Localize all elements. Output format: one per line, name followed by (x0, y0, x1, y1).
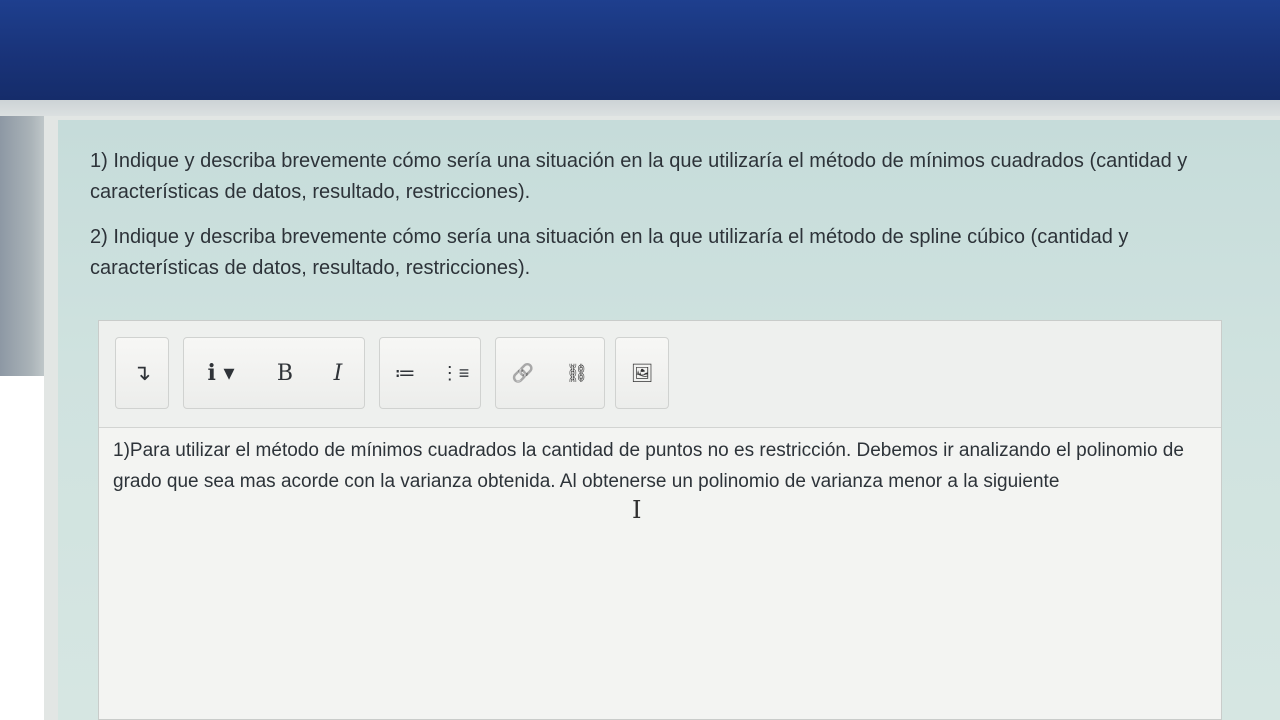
editor-toolbar: ↴ i ▾ B I ≔ ⋮≡ 🔗 ⛓ 🖼 (99, 321, 1221, 428)
ordered-list-button[interactable]: ⋮≡ (430, 338, 480, 408)
unordered-list-button[interactable]: ≔ (380, 338, 430, 408)
answer-editor: ↴ i ▾ B I ≔ ⋮≡ 🔗 ⛓ 🖼 1)Para utilizar el … (98, 320, 1222, 720)
italic-button[interactable]: I (312, 338, 364, 408)
italic-icon: I (333, 360, 343, 386)
link-button-group: 🔗 ⛓ (495, 337, 605, 409)
unordered-list-icon: ≔ (394, 361, 416, 385)
question-text: 1) Indique y describa brevemente cómo se… (90, 146, 1240, 298)
unlink-icon: ⛓ (565, 362, 589, 383)
collapse-toolbar-button[interactable]: ↴ (116, 338, 168, 408)
question-2: 2) Indique y describa brevemente cómo se… (90, 226, 1129, 279)
media-button-group: 🖼 (615, 337, 669, 409)
list-button-group: ≔ ⋮≡ (379, 337, 481, 409)
unlink-button[interactable]: ⛓ (550, 338, 604, 408)
text-cursor-icon: I (632, 496, 642, 524)
answer-text-area[interactable]: 1)Para utilizar el método de mínimos cua… (113, 435, 1193, 497)
info-dropdown-icon: i ▾ (207, 360, 235, 386)
bold-icon: B (276, 360, 294, 386)
link-icon: 🔗 (511, 362, 535, 383)
image-icon: 🖼 (630, 362, 654, 383)
link-button[interactable]: 🔗 (496, 338, 550, 408)
bold-button[interactable]: B (258, 338, 312, 408)
collapse-arrow-icon: ↴ (132, 360, 152, 385)
insert-image-button[interactable]: 🖼 (616, 338, 668, 408)
collapse-toolbar-group: ↴ (115, 337, 169, 409)
question-1: 1) Indique y describa brevemente cómo se… (90, 150, 1188, 203)
format-button-group: i ▾ B I (183, 337, 365, 409)
top-navbar (0, 0, 1280, 100)
paragraph-style-dropdown[interactable]: i ▾ (184, 338, 258, 408)
ordered-list-icon: ⋮≡ (440, 362, 470, 383)
left-sidebar-edge (0, 116, 44, 376)
